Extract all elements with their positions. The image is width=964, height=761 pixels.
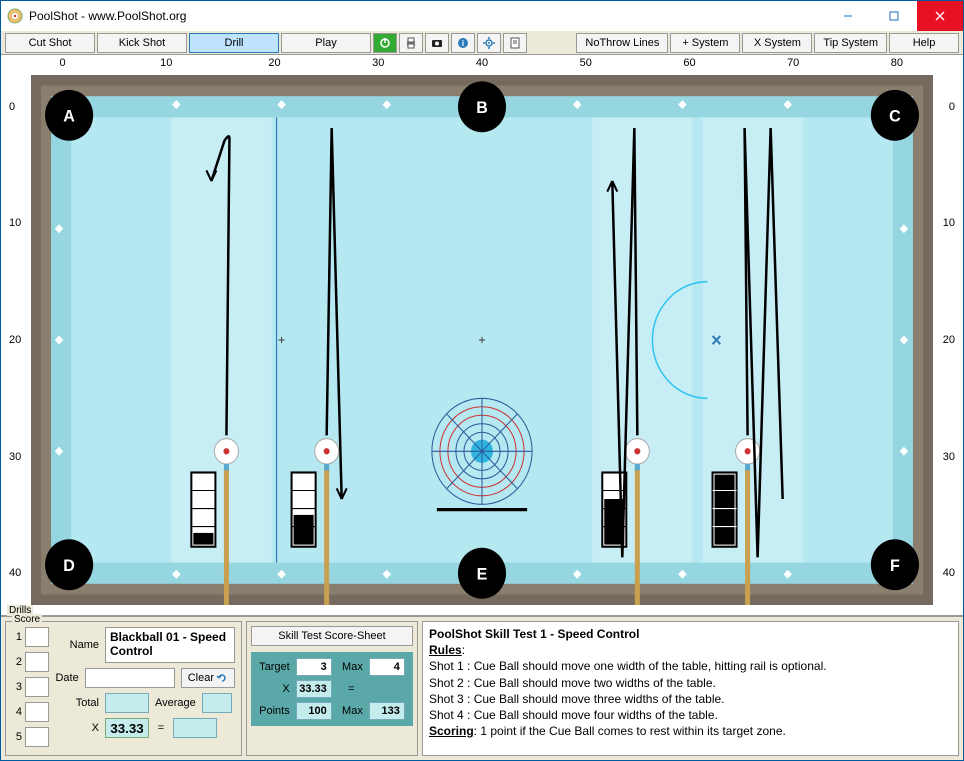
camera-icon[interactable] <box>425 33 449 53</box>
power-icon[interactable] <box>373 33 397 53</box>
score-label: Score <box>12 614 42 625</box>
ruler-top: 0 10 20 30 40 50 60 70 80 <box>31 57 933 77</box>
rule-2: Shot 2 : Cue Ball should move two widths… <box>429 675 952 691</box>
document-icon[interactable] <box>503 33 527 53</box>
rule-1: Shot 1 : Cue Ball should move one width … <box>429 658 952 674</box>
total-label: Total <box>55 697 99 709</box>
sheet-eq-label: = <box>340 683 363 695</box>
svg-text:E: E <box>477 565 488 583</box>
score-5-input[interactable] <box>25 727 49 747</box>
pool-table-svg[interactable]: ✕ A B C D E F <box>31 75 933 605</box>
help-button[interactable]: Help <box>889 33 959 53</box>
points-label: Points <box>257 705 290 717</box>
gear-icon[interactable] <box>477 33 501 53</box>
x-input[interactable] <box>105 718 149 738</box>
toolbar: Cut Shot Kick Shot Drill Play i NoThrow … <box>1 31 963 55</box>
score-1-input[interactable] <box>25 627 49 647</box>
rules-panel: PoolShot Skill Test 1 - Speed Control Ru… <box>422 621 959 756</box>
cut-shot-button[interactable]: Cut Shot <box>5 33 95 53</box>
svg-text:F: F <box>890 557 900 575</box>
rules-title: PoolShot Skill Test 1 - Speed Control <box>429 626 952 642</box>
bottom-panel: Drills Score 1 2 3 4 5 Name Blackball 01… <box>1 615 963 760</box>
close-button[interactable] <box>917 1 963 31</box>
target-value: 3 <box>296 658 332 676</box>
titlebar: PoolShot - www.PoolShot.org <box>1 1 963 31</box>
kick-shot-button[interactable]: Kick Shot <box>97 33 187 53</box>
scoring-heading: Scoring <box>429 724 474 738</box>
date-label: Date <box>55 672 79 684</box>
sheet-x-value: 33.33 <box>296 680 332 698</box>
table-area[interactable]: 0 10 20 30 40 50 60 70 80 0 10 20 30 40 … <box>1 55 963 615</box>
svg-text:A: A <box>63 107 75 125</box>
drill-button[interactable]: Drill <box>189 33 279 53</box>
eq-label: = <box>155 722 167 734</box>
name-label: Name <box>55 639 99 651</box>
ruler-left: 0 10 20 30 40 <box>1 75 31 605</box>
average-input[interactable] <box>202 693 232 713</box>
svg-text:i: i <box>462 39 464 48</box>
points-value: 100 <box>296 702 332 720</box>
app-icon <box>7 8 23 24</box>
max1-value: 4 <box>369 658 405 676</box>
play-button[interactable]: Play <box>281 33 371 53</box>
rule-3: Shot 3 : Cue Ball should move three widt… <box>429 691 952 707</box>
window-title: PoolShot - www.PoolShot.org <box>29 9 825 23</box>
max1-label: Max <box>340 661 363 673</box>
score-group: Score 1 2 3 4 5 Name Blackball 01 - Spee… <box>5 621 242 756</box>
info-icon[interactable]: i <box>451 33 475 53</box>
date-input[interactable] <box>85 668 175 688</box>
result-input[interactable] <box>173 718 217 738</box>
score-sheet-button[interactable]: Skill Test Score-Sheet <box>251 626 413 646</box>
maximize-button[interactable] <box>871 1 917 31</box>
score-2-input[interactable] <box>25 652 49 672</box>
score-sheet-panel: Skill Test Score-Sheet Target 3 Max 4 X … <box>246 621 418 756</box>
rules-heading: Rules <box>429 643 462 657</box>
undo-icon <box>216 672 228 684</box>
name-input[interactable]: Blackball 01 - Speed Control <box>105 627 235 663</box>
svg-text:B: B <box>476 99 488 117</box>
x-system-button[interactable]: X System <box>742 33 812 53</box>
svg-text:D: D <box>63 557 75 575</box>
clear-button[interactable]: Clear <box>181 668 235 688</box>
target-label: Target <box>257 661 290 673</box>
rule-4: Shot 4 : Cue Ball should move four width… <box>429 707 952 723</box>
minimize-button[interactable] <box>825 1 871 31</box>
x-label: X <box>55 722 99 734</box>
nothrow-button[interactable]: NoThrow Lines <box>576 33 668 53</box>
max2-value: 133 <box>369 702 405 720</box>
svg-text:C: C <box>889 107 901 125</box>
average-label: Average <box>155 697 196 709</box>
max2-label: Max <box>340 705 363 717</box>
ruler-right: 0 10 20 30 40 <box>933 75 963 605</box>
print-icon[interactable] <box>399 33 423 53</box>
total-input[interactable] <box>105 693 149 713</box>
sheet-x-label: X <box>257 683 290 695</box>
tip-system-button[interactable]: Tip System <box>814 33 887 53</box>
svg-text:✕: ✕ <box>711 333 723 349</box>
score-4-input[interactable] <box>25 702 49 722</box>
plus-system-button[interactable]: + System <box>670 33 740 53</box>
score-3-input[interactable] <box>25 677 49 697</box>
